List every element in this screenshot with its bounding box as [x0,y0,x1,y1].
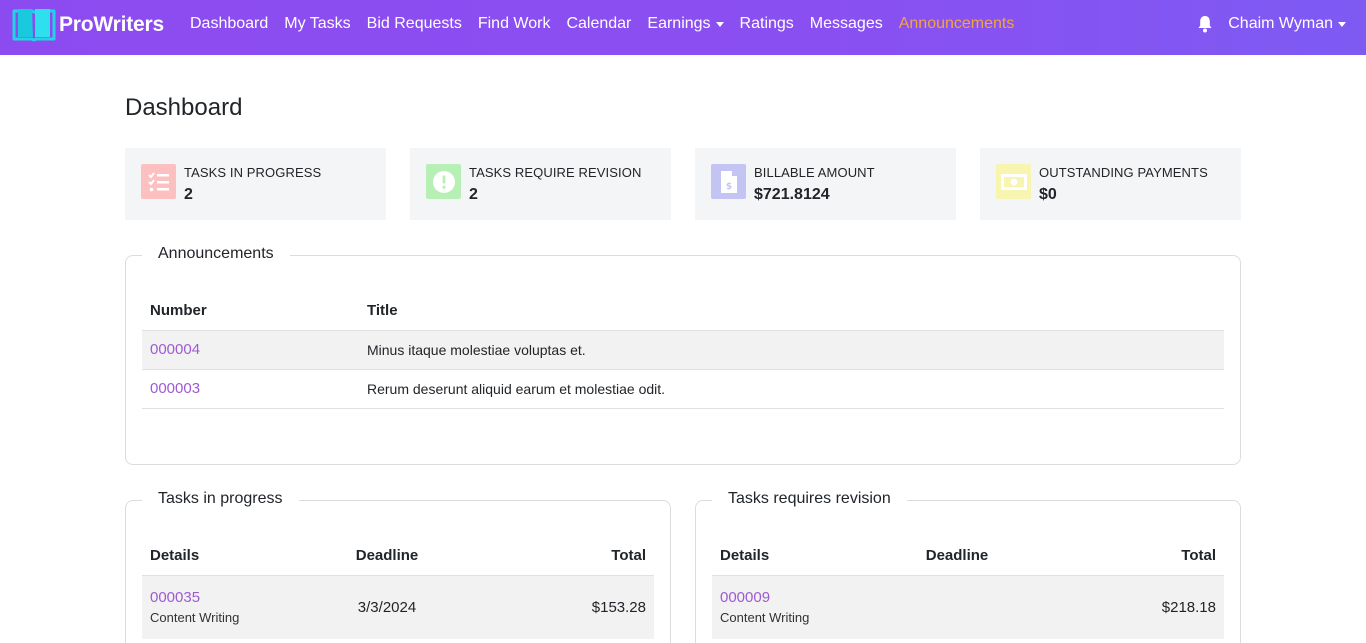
table-row: 000003 Rerum deserunt aliquid earum et m… [142,369,1224,409]
table-row: 000035 Content Writing 3/3/2024 $153.28 [142,575,654,639]
table-header-row: Number Title [142,292,1224,331]
task-id-link[interactable]: 000009 [720,589,874,606]
tasks-revision-table: Details Deadline Total 000009 Content Wr… [712,537,1224,639]
book-logo-icon [12,9,56,42]
task-deadline: 3/3/2024 [312,575,462,639]
column-header-details: Details [142,537,312,576]
announcement-number-link[interactable]: 000003 [142,369,359,409]
tasks-in-progress-card: Tasks in progress Details Deadline Total… [125,490,671,643]
bell-icon[interactable] [1197,15,1213,33]
nav-announcements[interactable]: Announcements [891,15,1023,33]
card-legend: Tasks in progress [142,490,299,508]
nav-ratings[interactable]: Ratings [732,15,802,33]
top-navbar: ProWriters Dashboard My Tasks Bid Reques… [0,0,1366,55]
stat-value: 2 [469,186,478,203]
table-header-row: Details Deadline Total [142,537,654,576]
task-details: 000009 Content Writing [712,575,882,639]
task-total: $218.18 [1032,575,1224,639]
stat-billable-amount: $ BILLABLE AMOUNT $721.8124 [695,148,956,220]
column-header-total: Total [462,537,654,576]
stat-value: $0 [1039,186,1057,203]
task-list-icon [141,164,176,199]
column-header-title: Title [359,292,1224,331]
stat-tasks-in-progress: TASKS IN PROGRESS 2 [125,148,386,220]
nav-my-tasks[interactable]: My Tasks [276,15,358,33]
caret-down-icon [715,21,724,27]
column-header-deadline: Deadline [882,537,1032,576]
money-bill-icon [996,164,1031,199]
invoice-dollar-icon: $ [711,164,746,199]
announcement-number-link[interactable]: 000004 [142,330,359,370]
stat-outstanding-payments: OUTSTANDING PAYMENTS $0 [980,148,1241,220]
announcements-card: Announcements Number Title 000004 Minus … [125,245,1241,465]
stat-tasks-require-revision: TASKS REQUIRE REVISION 2 [410,148,671,220]
main-nav: Dashboard My Tasks Bid Requests Find Wor… [182,0,1022,48]
user-menu[interactable]: Chaim Wyman [1228,15,1346,33]
column-header-deadline: Deadline [312,537,462,576]
table-row: 000004 Minus itaque molestiae voluptas e… [142,330,1224,370]
task-deadline [882,575,1032,639]
stat-label: BILLABLE AMOUNT [754,165,875,180]
card-legend: Announcements [142,245,290,263]
stat-value: $721.8124 [754,186,830,203]
brand-name: ProWriters [59,13,164,36]
stat-label: TASKS REQUIRE REVISION [469,165,642,180]
svg-text:$: $ [725,182,731,192]
announcements-table: Number Title 000004 Minus itaque molesti… [142,292,1224,409]
brand[interactable]: ProWriters [12,7,164,43]
task-type: Content Writing [720,610,810,626]
caret-down-icon [1338,21,1346,27]
column-header-details: Details [712,537,882,576]
card-legend: Tasks requires revision [712,490,907,508]
stat-label: TASKS IN PROGRESS [184,165,322,180]
stat-label: OUTSTANDING PAYMENTS [1039,165,1208,180]
announcement-title: Minus itaque molestiae voluptas et. [359,330,1224,370]
nav-right: Chaim Wyman [1197,0,1346,48]
user-name: Chaim Wyman [1228,15,1333,32]
stat-value: 2 [184,186,193,203]
nav-earnings-dropdown[interactable]: Earnings [639,15,731,33]
nav-dashboard[interactable]: Dashboard [182,15,276,33]
column-header-number: Number [142,292,359,331]
nav-messages[interactable]: Messages [802,15,891,33]
table-row: 000009 Content Writing $218.18 [712,575,1224,639]
nav-find-work[interactable]: Find Work [470,15,559,33]
task-type: Content Writing [150,610,240,626]
nav-earnings-label: Earnings [647,15,711,32]
page-title: Dashboard [125,94,243,121]
table-header-row: Details Deadline Total [712,537,1224,576]
tasks-in-progress-table: Details Deadline Total 000035 Content Wr… [142,537,654,639]
task-total: $153.28 [462,575,654,639]
nav-calendar[interactable]: Calendar [558,15,639,33]
nav-bid-requests[interactable]: Bid Requests [359,15,470,33]
column-header-total: Total [1032,537,1224,576]
tasks-revision-card: Tasks requires revision Details Deadline… [695,490,1241,643]
announcement-title: Rerum deserunt aliquid earum et molestia… [359,369,1224,409]
alert-circle-icon [426,164,461,199]
task-id-link[interactable]: 000035 [150,589,304,606]
task-details: 000035 Content Writing [142,575,312,639]
